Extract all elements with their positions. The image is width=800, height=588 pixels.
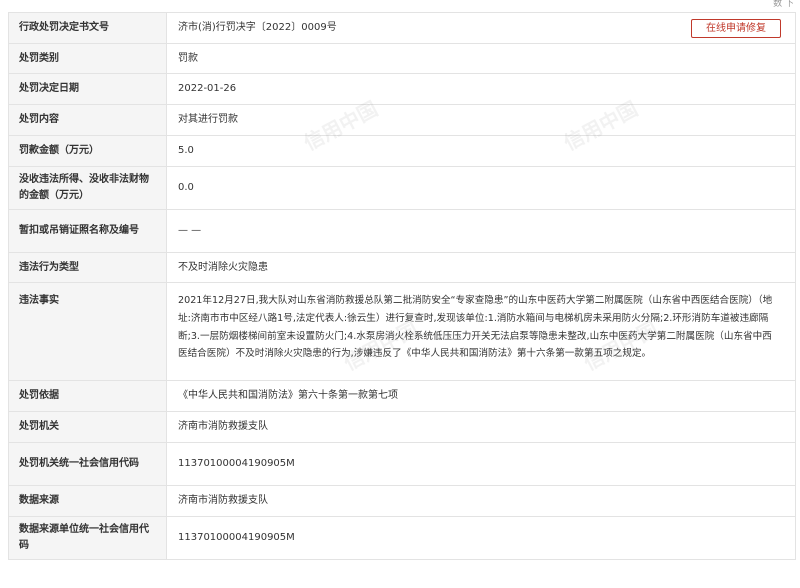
row-decision-date: 处罚决定日期 2022-01-26 — [9, 74, 795, 105]
row-label: 罚款金额（万元） — [9, 136, 167, 166]
row-data-source: 数据来源 济南市消防救援支队 — [9, 486, 795, 517]
row-value: 2021年12月27日,我大队对山东省消防救援总队第二批消防安全“专家查隐患”的… — [178, 295, 773, 360]
row-fine-amount: 罚款金额（万元） 5.0 — [9, 136, 795, 167]
penalty-info-table: 行政处罚决定书文号 济市(消)行罚决字〔2022〕0009号 在线申请修复 处罚… — [8, 12, 796, 560]
row-authority-credit-code: 处罚机关统一社会信用代码 11370100004190905M — [9, 443, 795, 486]
row-value: 11370100004190905M — [178, 458, 295, 469]
row-violation-facts: 违法事实 2021年12月27日,我大队对山东省消防救援总队第二批消防安全“专家… — [9, 283, 795, 381]
row-value: 罚款 — [178, 52, 198, 64]
row-value: 5.0 — [178, 145, 194, 156]
row-label: 处罚机关 — [9, 412, 167, 442]
row-license-revoked: 暂扣或吊销证照名称及编号 — — — [9, 210, 795, 253]
row-value: 对其进行罚款 — [178, 114, 238, 125]
row-label: 处罚类别 — [9, 44, 167, 73]
row-label: 处罚机关统一社会信用代码 — [9, 443, 167, 485]
row-source-credit-code: 数据来源单位统一社会信用代码 11370100004190905M — [9, 517, 795, 560]
row-value: 2022-01-26 — [178, 83, 237, 94]
row-label: 处罚决定日期 — [9, 74, 167, 104]
row-value: 济南市消防救援支队 — [178, 495, 268, 506]
row-value: 《中华人民共和国消防法》第六十条第一款第七项 — [178, 390, 398, 401]
row-value: 不及时消除火灾隐患 — [178, 261, 268, 273]
row-label: 违法行为类型 — [9, 253, 167, 282]
row-confiscated-amount: 没收违法所得、没收非法财物的金额（万元） 0.0 — [9, 167, 795, 210]
row-penalty-content: 处罚内容 对其进行罚款 — [9, 105, 795, 136]
row-label: 处罚内容 — [9, 105, 167, 135]
row-value: 济南市消防救援支队 — [178, 421, 268, 432]
row-value: 11370100004190905M — [178, 532, 295, 543]
row-label: 暂扣或吊销证照名称及编号 — [9, 210, 167, 252]
row-value: — — — [178, 225, 202, 236]
row-penalty-category: 处罚类别 罚款 — [9, 44, 795, 74]
row-label: 处罚依据 — [9, 381, 167, 411]
row-label: 数据来源单位统一社会信用代码 — [9, 517, 167, 559]
row-decision-number: 行政处罚决定书文号 济市(消)行罚决字〔2022〕0009号 在线申请修复 — [9, 13, 795, 44]
row-penalty-basis: 处罚依据 《中华人民共和国消防法》第六十条第一款第七项 — [9, 381, 795, 412]
decision-number-text: 济市(消)行罚决字〔2022〕0009号 — [178, 22, 337, 33]
row-value: 济市(消)行罚决字〔2022〕0009号 在线申请修复 — [167, 13, 795, 43]
row-label: 数据来源 — [9, 486, 167, 516]
row-label: 违法事实 — [9, 283, 167, 380]
row-label: 没收违法所得、没收非法财物的金额（万元） — [9, 167, 167, 209]
row-value: 0.0 — [178, 182, 194, 193]
corner-text: 数 下 — [773, 0, 794, 9]
row-violation-type: 违法行为类型 不及时消除火灾隐患 — [9, 253, 795, 283]
online-repair-button[interactable]: 在线申请修复 — [691, 19, 781, 38]
row-label: 行政处罚决定书文号 — [9, 13, 167, 43]
row-penalty-authority: 处罚机关 济南市消防救援支队 — [9, 412, 795, 443]
